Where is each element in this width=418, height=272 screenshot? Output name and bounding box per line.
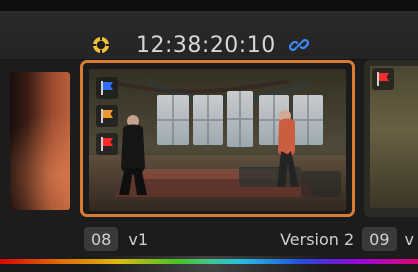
next-clip-thumbnail[interactable] bbox=[364, 60, 418, 217]
clip-label-row: 08 v1 Version 2 09 v bbox=[84, 226, 414, 252]
clip-thumbnail[interactable] bbox=[89, 69, 346, 211]
clip-version-short: v1 bbox=[128, 229, 149, 249]
rainbow-glow bbox=[0, 256, 418, 272]
clip-labels-row: 08 v1 Version 2 09 v bbox=[0, 220, 418, 256]
clip-number-badge: 08 bbox=[84, 227, 119, 251]
target-icon[interactable] bbox=[90, 34, 112, 56]
red-flag-icon bbox=[101, 137, 113, 151]
next-clip-version-short: v bbox=[404, 229, 414, 249]
orange-flag-icon bbox=[101, 109, 113, 123]
previous-clip-thumbnail[interactable] bbox=[10, 72, 70, 210]
clip-thumbnail-image bbox=[89, 69, 346, 211]
next-clip-number-badge: 09 bbox=[362, 227, 397, 251]
blue-flag[interactable] bbox=[96, 77, 118, 99]
clip-version-name: Version 2 bbox=[280, 229, 355, 249]
clip-flags bbox=[96, 77, 120, 169]
clip-header: 12:38:20:10 bbox=[0, 12, 418, 60]
orange-flag[interactable] bbox=[96, 105, 118, 127]
timecode: 12:38:20:10 bbox=[136, 32, 276, 58]
link-icon[interactable] bbox=[288, 34, 310, 56]
next-clip-red-flag[interactable] bbox=[372, 68, 394, 90]
red-flag-icon bbox=[377, 72, 389, 86]
red-flag[interactable] bbox=[96, 133, 118, 155]
color-bar bbox=[0, 256, 418, 272]
top-bar bbox=[0, 0, 418, 12]
blue-flag-icon bbox=[101, 81, 113, 95]
selected-clip[interactable] bbox=[80, 60, 355, 217]
header-content: 12:38:20:10 bbox=[90, 32, 310, 58]
clip-strip bbox=[0, 60, 418, 220]
